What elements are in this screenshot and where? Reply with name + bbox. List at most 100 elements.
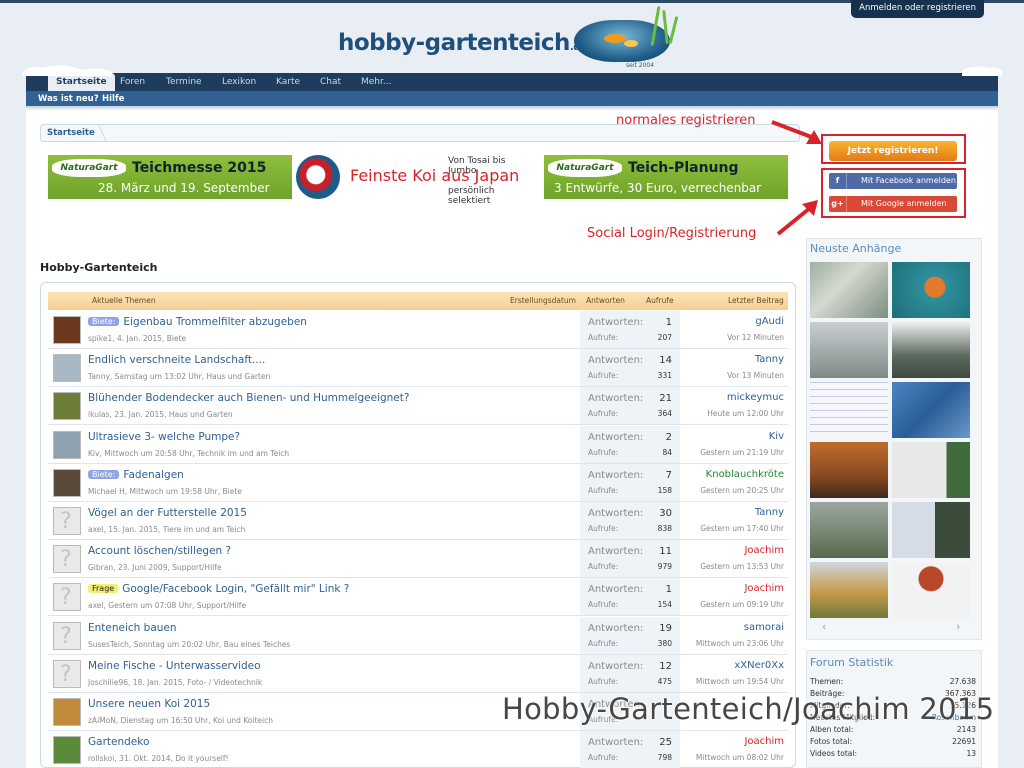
thread-forum[interactable]: Do it yourself! [175,754,228,763]
last-post-user[interactable]: Tanny [755,507,784,518]
table-row[interactable]: Blühender Bodendecker auch Bienen- und H… [48,387,788,426]
attachment-thumbnail[interactable] [892,382,970,438]
last-post-time[interactable]: Vor 13 Minuten [727,371,784,380]
thread-forum[interactable]: Tiere im und am Teich [163,525,246,534]
col-replies[interactable]: Antworten [586,292,625,310]
last-post-user[interactable]: xXNer0Xx [734,660,784,671]
thread-author[interactable]: Joschilie96 [88,678,128,687]
tab-mehr[interactable]: Mehr... [353,73,399,91]
last-post-time[interactable]: Mittwoch um 19:54 Uhr [696,677,784,686]
avatar[interactable]: ? [53,545,81,574]
last-post-time[interactable]: Gestern um 09:19 Uhr [700,600,784,609]
table-row[interactable]: ? Meine Fische - Unterwasservideo Joschili… [48,654,788,693]
attachment-thumbnail[interactable] [892,322,970,378]
thread-author[interactable]: spike1 [88,334,112,343]
avatar[interactable] [53,354,81,383]
tab-chat[interactable]: Chat [312,73,349,91]
table-row[interactable]: Biete: Eigenbau Trommelfilter abzugeben sp… [48,311,788,349]
last-post-user[interactable]: samorai [744,622,784,633]
table-row[interactable]: ? Frage Google/Facebook Login, "Gefällt mi… [48,578,788,617]
avatar[interactable]: ? [53,583,81,612]
avatar[interactable]: ? [53,659,81,688]
avatar[interactable] [53,430,81,459]
tab-termine[interactable]: Termine [158,73,210,91]
thread-forum[interactable]: Technik im und am Teich [197,449,289,458]
thread-forum[interactable]: Foto- / Videotechnik [187,678,262,687]
breadcrumb-home[interactable]: Startseite [47,125,95,142]
last-post-time[interactable]: Mittwoch um 08:02 Uhr [696,753,784,762]
thread-author[interactable]: SusesTeich [88,640,129,649]
thread-title-link[interactable]: Blühender Bodendecker auch Bienen- und H… [88,392,409,404]
last-post-time[interactable]: Gestern um 21:19 Uhr [700,448,784,457]
attachment-thumbnail[interactable] [892,562,970,618]
attachment-thumbnail[interactable] [810,262,888,318]
thread-title-link[interactable]: Endlich verschneite Landschaft.... [88,354,265,366]
attachment-thumbnail[interactable] [810,322,888,378]
thread-forum[interactable]: Biete [223,487,242,496]
chevron-left-icon[interactable]: ‹ [822,620,826,633]
thread-author[interactable]: zAiMoN [88,716,116,725]
thread-author[interactable]: axel [88,601,104,610]
attachment-thumbnail[interactable] [810,442,888,498]
tab-lexikon[interactable]: Lexikon [214,73,264,91]
tab-startseite[interactable]: Startseite [48,73,115,91]
thread-author[interactable]: rollskoi [88,754,114,763]
thread-forum[interactable]: Support/Hilfe [197,601,246,610]
thread-author[interactable]: axel [88,525,104,534]
avatar[interactable] [53,736,81,765]
last-post-user[interactable]: Knoblauchkröte [706,469,784,480]
thread-prefix-badge[interactable]: Frage [88,584,119,594]
last-post-time[interactable]: Gestern um 20:25 Uhr [700,486,784,495]
thread-title-link[interactable]: Eigenbau Trommelfilter abzugeben [123,316,307,328]
thread-prefix-badge[interactable]: Biete: [88,317,120,326]
attachment-thumbnail[interactable] [810,562,888,618]
thread-forum[interactable]: Haus und Garten [206,372,270,381]
avatar[interactable] [53,698,81,726]
thread-title-link[interactable]: Account löschen/stillegen ? [88,545,231,557]
banner-koi[interactable]: Von Tosai bis Jumbo Feinste Koi aus Japa… [296,155,536,206]
col-last-post[interactable]: Letzter Beitrag [728,292,784,310]
col-created[interactable]: Erstellungsdatum [510,292,576,310]
last-post-time[interactable]: Heute um 12:00 Uhr [707,409,784,418]
avatar[interactable] [53,392,81,421]
last-post-user[interactable]: Joachim [744,583,784,594]
thread-title-link[interactable]: Gartendeko [88,736,149,748]
facebook-login-button[interactable]: f Mit Facebook anmelden [829,173,957,189]
thread-title-link[interactable]: Unsere neuen Koi 2015 [88,698,210,710]
table-row[interactable]: Biete: Fadenalgen Michael H, Mittwoch um 1… [48,463,788,502]
table-row[interactable]: ? Enteneich bauen SusesTeich, Sonntag um 2… [48,616,788,655]
last-post-user[interactable]: Tanny [755,354,784,365]
table-row[interactable]: ? Account löschen/stillegen ? Gibran, 23. … [48,540,788,579]
last-post-user[interactable]: mickeymuc [727,392,784,403]
table-row[interactable]: Gartendeko rollskoi, 31. Okt. 2014, Do it… [48,731,788,768]
thread-prefix-badge[interactable]: Biete: [88,469,120,479]
avatar[interactable] [53,316,81,344]
banner-teichmesse[interactable]: NaturaGart Teichmesse 2015 28. März und … [48,155,292,199]
thread-title-link[interactable]: Ultrasieve 3- welche Pumpe? [88,431,240,443]
thread-forum[interactable]: Koi und Koiteich [213,716,273,725]
last-post-user[interactable]: Joachim [744,736,784,747]
subnav-help[interactable]: Hilfe [102,91,124,108]
thread-author[interactable]: Tanny [88,372,110,381]
chevron-right-icon[interactable]: › [956,620,960,633]
banner-teich-planung[interactable]: NaturaGart Teich-Planung 3 Entwürfe, 30 … [544,155,788,199]
site-logo[interactable]: hobby-gartenteich.de seit 2004 [338,6,690,70]
table-row[interactable]: Ultrasieve 3- welche Pumpe? Kiv, Mittwoch… [48,425,788,464]
thread-forum[interactable]: Biete [167,334,186,343]
thread-forum[interactable]: Haus und Garten [169,410,233,419]
thread-author[interactable]: Michael H [88,487,125,496]
avatar[interactable]: ? [53,507,81,535]
last-post-user[interactable]: Joachim [744,545,784,556]
last-post-time[interactable]: Mittwoch um 23:06 Uhr [696,639,784,648]
thread-title-link[interactable]: Google/Facebook Login, "Gefällt mir" Lin… [122,583,349,595]
col-views[interactable]: Aufrufe [646,292,674,310]
attachment-thumbnail[interactable] [810,382,888,438]
last-post-time[interactable]: Vor 12 Minuten [727,333,784,342]
thread-title-link[interactable]: Vögel an der Futterstelle 2015 [88,507,247,519]
google-login-button[interactable]: g+ Mit Google anmelden [829,196,957,212]
thread-title-link[interactable]: Fadenalgen [123,469,183,481]
thread-title-link[interactable]: Enteneich bauen [88,622,177,634]
tab-karte[interactable]: Karte [268,73,308,91]
login-register-tab[interactable]: Anmelden oder registrieren [851,0,984,18]
thread-forum[interactable]: Bau eines Teiches [224,640,291,649]
